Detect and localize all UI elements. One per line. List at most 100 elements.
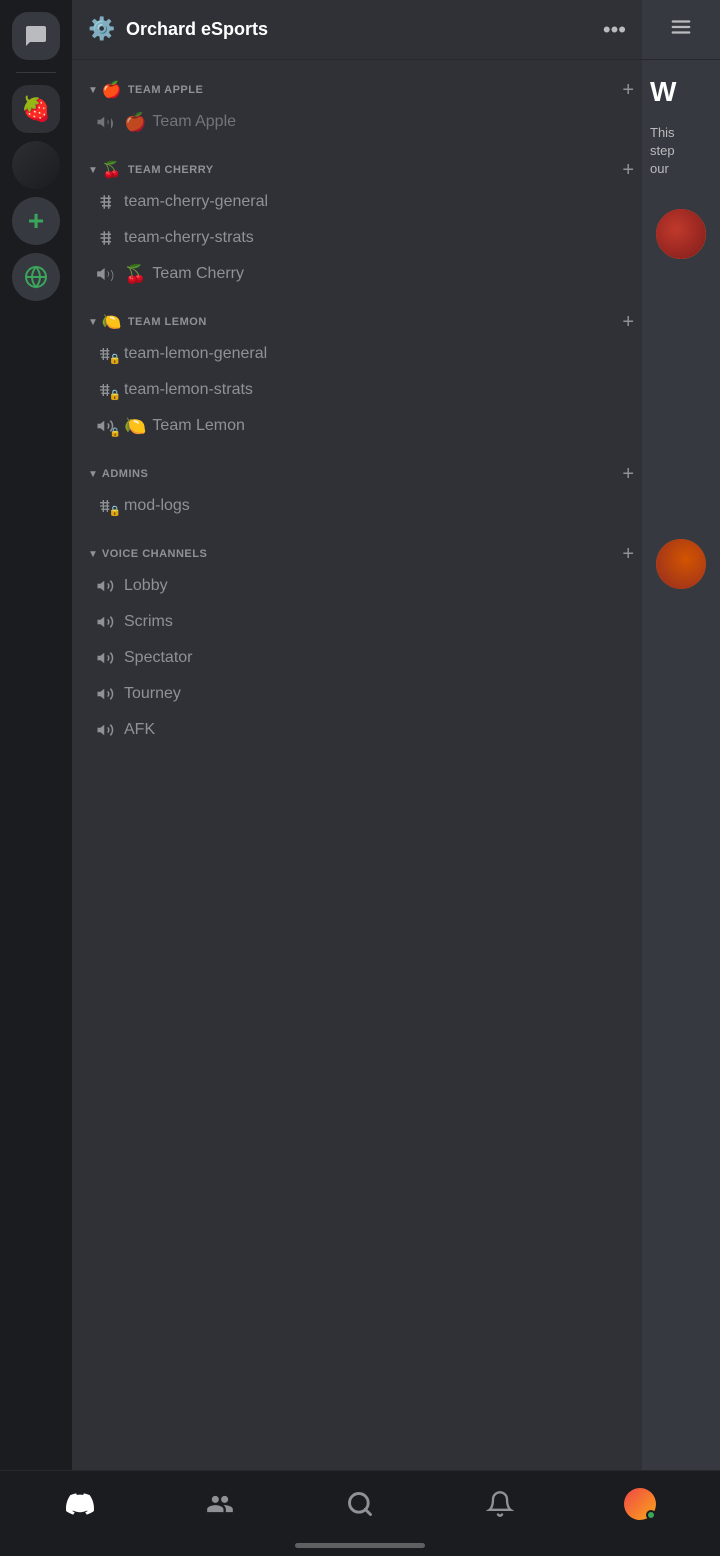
category-team-lemon-header[interactable]: ▼ 🍋 TEAM LEMON + bbox=[72, 308, 642, 336]
category-emoji-team-cherry: 🍒 bbox=[102, 160, 122, 180]
hash-lock-icon-mod-logs: 🔒 bbox=[96, 498, 116, 514]
nav-notifications[interactable] bbox=[430, 1490, 570, 1518]
category-team-cherry: ▼ 🍒 TEAM CHERRY + team-cherry-general te… bbox=[72, 156, 642, 292]
category-arrow-team-apple: ▼ bbox=[88, 85, 98, 96]
channel-name-afk: AFK bbox=[124, 721, 155, 739]
add-server-button[interactable]: + bbox=[12, 197, 60, 245]
server-name: Orchard eSports bbox=[126, 19, 603, 40]
friends-icon bbox=[206, 1490, 234, 1518]
channel-spectator[interactable]: Spectator bbox=[80, 640, 634, 676]
right-panel-title: W bbox=[642, 60, 720, 124]
channel-name-spectator: Spectator bbox=[124, 649, 192, 667]
lock-badge-team-lemon-general: 🔒 bbox=[109, 354, 121, 365]
category-arrow-voice: ▼ bbox=[88, 549, 98, 560]
add-channel-admins-button[interactable]: + bbox=[622, 463, 634, 486]
add-channel-team-apple-button[interactable]: + bbox=[622, 79, 634, 102]
home-indicator bbox=[295, 1543, 425, 1548]
fruit-server-icon[interactable]: 🍓 bbox=[12, 85, 60, 133]
channel-name-team-apple-voice: Team Apple bbox=[152, 113, 236, 131]
channel-name-scrims: Scrims bbox=[124, 613, 173, 631]
channel-team-cherry-strats[interactable]: team-cherry-strats bbox=[80, 220, 634, 256]
volume-icon-tourney bbox=[96, 685, 116, 703]
category-emoji-team-lemon: 🍋 bbox=[102, 312, 122, 332]
nav-profile[interactable] bbox=[570, 1488, 710, 1520]
discord-icon bbox=[66, 1490, 94, 1518]
category-team-apple-header[interactable]: ▼ 🍎 TEAM APPLE + bbox=[72, 76, 642, 104]
category-name-admins: ADMINS bbox=[102, 468, 622, 480]
category-name-voice-channels: VOICE CHANNELS bbox=[102, 548, 622, 560]
category-team-cherry-header[interactable]: ▼ 🍒 TEAM CHERRY + bbox=[72, 156, 642, 184]
online-indicator bbox=[646, 1510, 656, 1520]
channel-team-lemon-voice[interactable]: 🔒 🍋 Team Lemon bbox=[80, 408, 634, 444]
avatar-area-1 bbox=[642, 209, 720, 259]
hamburger-icon[interactable] bbox=[670, 16, 692, 44]
channel-scrims[interactable]: Scrims bbox=[80, 604, 634, 640]
avatar-area-2 bbox=[642, 539, 720, 589]
category-arrow-team-cherry: ▼ bbox=[88, 165, 98, 176]
lock-badge-mod-logs: 🔒 bbox=[109, 506, 121, 517]
nav-search[interactable] bbox=[290, 1490, 430, 1518]
category-voice-channels-header[interactable]: ▼ VOICE CHANNELS + bbox=[72, 540, 642, 568]
channel-afk[interactable]: AFK bbox=[80, 712, 634, 748]
channel-team-lemon-general[interactable]: 🔒 team-lemon-general bbox=[80, 336, 634, 372]
channel-tourney[interactable]: Tourney bbox=[80, 676, 634, 712]
channel-name-team-cherry-voice: Team Cherry bbox=[152, 265, 244, 283]
dark-server-icon[interactable] bbox=[12, 141, 60, 189]
channel-name-team-lemon-voice: Team Lemon bbox=[152, 417, 245, 435]
right-panel-subtitle: Thisstepour bbox=[642, 124, 720, 179]
lock-badge-team-lemon-strats: 🔒 bbox=[109, 390, 121, 401]
emoji-team-cherry-voice: 🍒 bbox=[124, 264, 146, 285]
lock-badge-team-lemon-voice: 🔒 bbox=[110, 427, 121, 438]
category-team-apple: ▼ 🍎 TEAM APPLE + 🍎 Team Apple bbox=[72, 76, 642, 140]
channel-lobby[interactable]: Lobby bbox=[80, 568, 634, 604]
browse-server-button[interactable] bbox=[12, 253, 60, 301]
channel-team-cherry-voice[interactable]: 🍒 Team Cherry bbox=[80, 256, 634, 292]
emoji-team-lemon-voice: 🍋 bbox=[124, 416, 146, 437]
bell-icon bbox=[486, 1490, 514, 1518]
category-name-team-lemon: TEAM LEMON bbox=[128, 316, 622, 328]
right-panel-header bbox=[642, 0, 720, 60]
category-arrow-team-lemon: ▼ bbox=[88, 317, 98, 328]
channel-name-team-lemon-general: team-lemon-general bbox=[124, 345, 267, 363]
server-list: 🍓 + bbox=[0, 0, 72, 1470]
right-panel: W Thisstepour bbox=[642, 0, 720, 1470]
hash-icon-team-cherry-strats bbox=[96, 229, 116, 247]
channel-team-apple-voice-partial[interactable]: 🍎 Team Apple bbox=[80, 104, 634, 140]
search-icon bbox=[346, 1490, 374, 1518]
avatar bbox=[624, 1488, 656, 1520]
channel-name-lobby: Lobby bbox=[124, 577, 168, 595]
server-header-icon: ⚙️ bbox=[88, 16, 116, 44]
channel-name-team-cherry-general: team-cherry-general bbox=[124, 193, 268, 211]
nav-friends[interactable] bbox=[150, 1490, 290, 1518]
add-channel-team-cherry-button[interactable]: + bbox=[622, 159, 634, 182]
add-channel-team-lemon-button[interactable]: + bbox=[622, 311, 634, 334]
channel-name-team-cherry-strats: team-cherry-strats bbox=[124, 229, 254, 247]
volume-icon-scrims bbox=[96, 613, 116, 631]
hash-lock-icon-team-lemon-general: 🔒 bbox=[96, 346, 116, 362]
volume-icon-lobby bbox=[96, 577, 116, 595]
category-emoji-team-apple: 🍎 bbox=[102, 80, 122, 100]
hash-icon-team-cherry-general bbox=[96, 193, 116, 211]
category-admins: ▼ ADMINS + 🔒 mod-logs bbox=[72, 460, 642, 524]
channel-mod-logs[interactable]: 🔒 mod-logs bbox=[80, 488, 634, 524]
category-arrow-admins: ▼ bbox=[88, 469, 98, 480]
channel-name-team-lemon-strats: team-lemon-strats bbox=[124, 381, 253, 399]
add-channel-voice-button[interactable]: + bbox=[622, 543, 634, 566]
server-header[interactable]: ⚙️ Orchard eSports ••• bbox=[72, 0, 642, 60]
channel-name-tourney: Tourney bbox=[124, 685, 181, 703]
channel-list: ⚙️ Orchard eSports ••• ▼ 🍎 TEAM APPLE + … bbox=[72, 0, 642, 1470]
category-admins-header[interactable]: ▼ ADMINS + bbox=[72, 460, 642, 488]
nav-home[interactable] bbox=[10, 1490, 150, 1518]
channel-team-lemon-strats[interactable]: 🔒 team-lemon-strats bbox=[80, 372, 634, 408]
category-team-lemon: ▼ 🍋 TEAM LEMON + 🔒 team-lemon-general 🔒 … bbox=[72, 308, 642, 444]
volume-icon-team-cherry bbox=[96, 265, 116, 283]
dm-icon[interactable] bbox=[12, 12, 60, 60]
server-options-button[interactable]: ••• bbox=[603, 17, 626, 43]
volume-icon-partial bbox=[96, 113, 116, 131]
category-name-team-cherry: TEAM CHERRY bbox=[128, 164, 622, 176]
channel-team-cherry-general[interactable]: team-cherry-general bbox=[80, 184, 634, 220]
channel-emoji-team-apple: 🍎 bbox=[124, 112, 146, 133]
category-voice-channels: ▼ VOICE CHANNELS + Lobby Scrims bbox=[72, 540, 642, 748]
volume-icon-spectator bbox=[96, 649, 116, 667]
volume-icon-afk bbox=[96, 721, 116, 739]
